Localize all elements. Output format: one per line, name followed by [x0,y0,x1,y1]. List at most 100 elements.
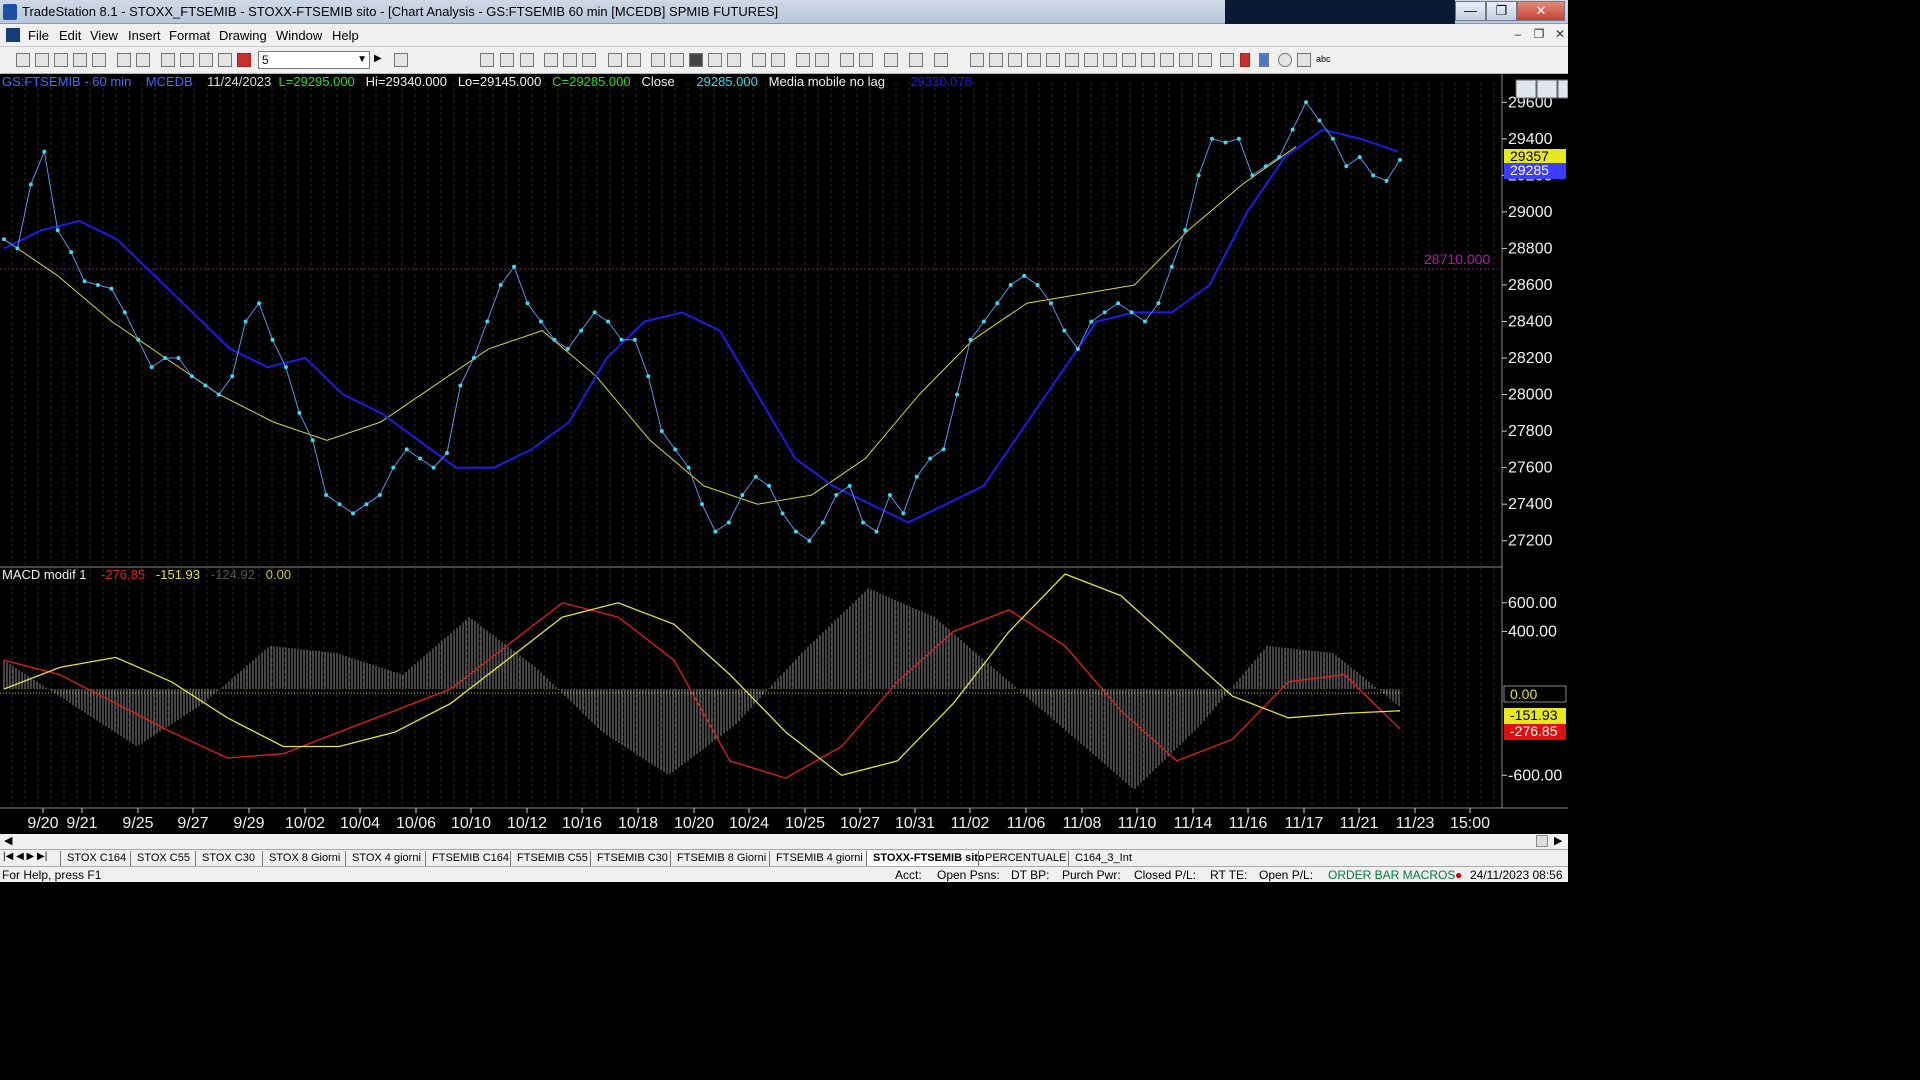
pointer-icon[interactable] [840,53,854,67]
print-preview-icon[interactable] [136,53,150,67]
close-point [1263,164,1268,169]
scroll-right-icon[interactable] [771,53,785,67]
scroll-left-arrow-icon[interactable]: ◀ [4,834,12,847]
regression-icon[interactable] [1122,53,1136,67]
gann-icon[interactable] [1065,53,1079,67]
strategy-icon[interactable] [218,53,232,67]
dark-chart-icon[interactable] [689,53,703,67]
zoom-out-icon[interactable] [815,53,829,67]
order-icon[interactable] [909,53,923,67]
insert-indicator-icon[interactable] [500,53,514,67]
close-point [1371,173,1376,178]
vertical-line-icon[interactable] [989,53,1003,67]
ellipse-icon[interactable] [1278,53,1292,67]
andrews-pitchfork-icon[interactable] [1084,53,1098,67]
copy-icon[interactable] [54,53,68,67]
chart-minimize-icon[interactable] [1515,79,1537,99]
menu-edit[interactable]: Edit [59,28,81,43]
zoom-in-icon[interactable] [796,53,810,67]
menu-window[interactable]: Window [276,28,322,43]
menu-format[interactable]: Format [169,28,210,43]
lock-icon[interactable] [199,53,213,67]
print-icon[interactable] [117,53,131,67]
minimize-button[interactable]: — [1455,1,1486,21]
tools-icon[interactable] [884,53,898,67]
chart-restore-icon[interactable] [1536,79,1558,99]
chart-area[interactable]: 2960029400292002900028800286002840028200… [0,74,1568,834]
date-tick-label: 11/14 [1174,815,1213,832]
symbol-icon[interactable] [651,53,665,67]
mdi-minimize-icon[interactable]: – [1509,27,1527,43]
arrow-left-right-icon[interactable] [1141,53,1155,67]
fibonacci-icon[interactable] [1046,53,1060,67]
restore-button[interactable]: ❐ [1486,1,1517,21]
hide-icon[interactable] [934,53,948,67]
tab-stox-c164[interactable]: STOX C164 [60,851,132,866]
tab-stoxx-ftsemib-sito[interactable]: STOXX-FTSEMIB sito [866,851,991,866]
data-window-icon[interactable] [520,53,534,67]
tab-ftsemib-8-giorni[interactable]: FTSEMIB 8 Giorni [670,851,772,866]
tab-ftsemib-c55[interactable]: FTSEMIB C55 [510,851,594,866]
menu-view[interactable]: View [90,28,118,43]
trendline-icon[interactable] [970,53,984,67]
save-icon[interactable] [92,53,106,67]
rectangle-icon[interactable] [1297,53,1311,67]
workspace-icon[interactable] [670,53,684,67]
format-icon[interactable] [480,53,494,67]
chart-document-icon[interactable] [6,28,20,42]
order-bar-macros-label[interactable]: ORDER BAR MACROS [1328,868,1455,882]
mdi-close-icon[interactable]: ✕ [1551,27,1569,43]
speedline-icon[interactable] [1103,53,1117,67]
tab-nav-icons[interactable]: |◀ ◀ ▶ ▶| [3,851,47,862]
bar-chart-icon[interactable] [544,53,558,67]
arc-icon[interactable] [1179,53,1193,67]
tab-c164-3-int[interactable]: C164_3_Int [1068,851,1138,866]
horizontal-scrollbar[interactable]: ◀ ▶ [0,834,1568,849]
close-series-label: Close [641,74,675,89]
scroll-thumb[interactable] [1536,835,1548,847]
tab-ftsemib-c30[interactable]: FTSEMIB C30 [590,851,674,866]
chart-close-icon[interactable] [1557,79,1568,99]
close-button[interactable]: ✕ [1517,1,1565,21]
scroll-left-icon[interactable] [752,53,766,67]
play-icon[interactable]: ▶ [374,53,388,67]
scroll-right-arrow-icon[interactable]: ▶ [1554,834,1562,847]
open-icon[interactable] [35,53,49,67]
menu-insert[interactable]: Insert [128,28,161,43]
interval-select[interactable]: 5 ▼ [258,51,370,69]
channel-icon[interactable] [1027,53,1041,67]
refresh-icon[interactable] [608,53,622,67]
new-icon[interactable] [16,53,30,67]
tab-stox-c55[interactable]: STOX C55 [130,851,196,866]
pen-icon[interactable] [1198,53,1212,67]
tab-stox-8-giorni[interactable]: STOX 8 Giorni [262,851,346,866]
window-icon[interactable] [161,53,175,67]
line-chart-icon[interactable] [582,53,596,67]
text-tool-icon[interactable]: abc [1316,54,1334,68]
paste-icon[interactable] [73,53,87,67]
link-icon[interactable] [627,53,641,67]
zoom-window-icon[interactable] [394,53,408,67]
arrow-down-icon[interactable] [1240,53,1250,67]
menu-file[interactable]: File [28,28,49,43]
curve-icon[interactable] [1220,53,1234,67]
tab-ftsemib-c164[interactable]: FTSEMIB C164 [425,851,515,866]
tile-icon[interactable] [180,53,194,67]
bar-spacing-icon[interactable] [708,53,722,67]
tab-percentuale[interactable]: PERCENTUALE [978,851,1072,866]
chart-canvas[interactable]: 2960029400292002900028800286002840028200… [0,74,1568,834]
candle-icon[interactable] [563,53,577,67]
parallel-lines-icon[interactable] [1160,53,1174,67]
compress-icon[interactable] [727,53,741,67]
tab-stox-4-giorni[interactable]: STOX 4 giorni [345,851,427,866]
menu-drawing[interactable]: Drawing [219,28,267,43]
tab-stox-c30[interactable]: STOX C30 [195,851,261,866]
arrow-up-icon[interactable] [1259,53,1269,67]
tab-ftsemib-4-giorni[interactable]: FTSEMIB 4 giorni [769,851,869,866]
menu-help[interactable]: Help [332,28,359,43]
mdi-restore-icon[interactable]: ❐ [1530,27,1548,43]
alert-icon[interactable] [237,53,251,67]
title-bar: TradeStation 8.1 - STOXX_FTSEMIB - STOXX… [0,0,1568,24]
horizontal-line-icon[interactable] [1008,53,1022,67]
text-cursor-icon[interactable] [859,53,873,67]
